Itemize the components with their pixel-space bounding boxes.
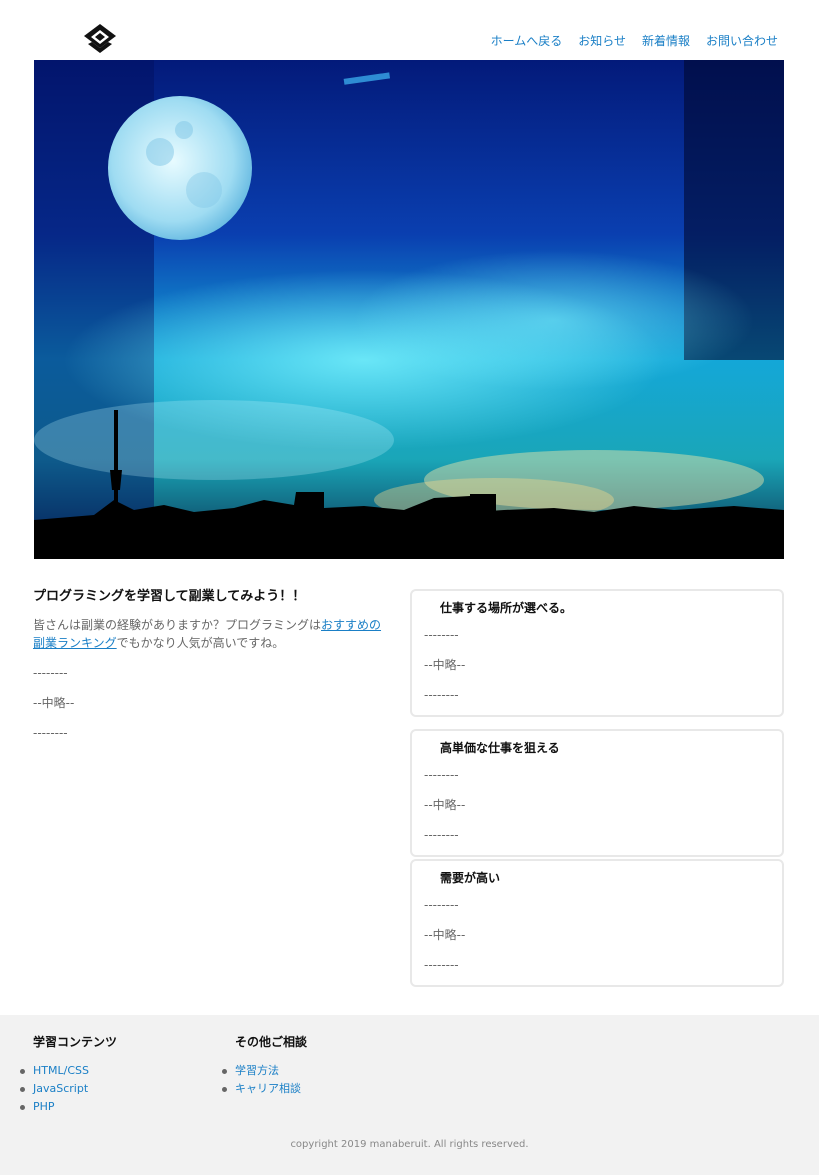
nav-news-link[interactable]: お知らせ [578, 32, 626, 49]
nav-home-link[interactable]: ホームへ戻る [491, 32, 563, 49]
main-nav: ホームへ戻る お知らせ 新着情報 お問い合わせ [491, 32, 778, 49]
footer-learning-contents: 学習コンテンツ HTML/CSS JavaScript PHP [19, 1033, 118, 1116]
footer-list-item: PHP [19, 1098, 117, 1116]
footer-other-consultation: その他ご相談 学習方法 キャリア相談 [221, 1033, 308, 1098]
card-title: 仕事する場所が選べる。 [440, 601, 573, 615]
footer-link-study-method[interactable]: 学習方法 [235, 1064, 279, 1077]
article-title: プログラミングを学習して副業してみよう！！ [33, 589, 306, 604]
intro-text: 皆さんは副業の経験がありますか？プログラミングは [33, 618, 322, 632]
article-line: -------- [33, 666, 68, 680]
card-line: -------- [424, 898, 459, 912]
article-intro: 皆さんは副業の経験がありますか？プログラミングはおすすめの副業ランキングでもかな… [33, 616, 385, 652]
footer-link-career[interactable]: キャリア相談 [235, 1082, 301, 1095]
nav-contact-link[interactable]: お問い合わせ [706, 32, 778, 49]
card-title: 高単価な仕事を狙える [440, 741, 560, 755]
feature-card: 需要が高い -------- --中略-- -------- [410, 859, 784, 987]
feature-card: 高単価な仕事を狙える -------- --中略-- -------- [410, 729, 784, 857]
footer-col-title: その他ご相談 [235, 1035, 308, 1049]
nav-new-info-link[interactable]: 新着情報 [642, 32, 690, 49]
footer-link-html-css[interactable]: HTML/CSS [33, 1064, 89, 1077]
card-line: -------- [424, 828, 459, 842]
footer-list-item: キャリア相談 [221, 1080, 307, 1098]
card-title: 需要が高い [440, 871, 501, 885]
footer-list-item: HTML/CSS [19, 1062, 117, 1080]
main-article: プログラミングを学習して副業してみよう！！ 皆さんは副業の経験がありますか？プロ… [33, 585, 385, 754]
hero-image [34, 60, 784, 559]
card-line: --中略-- [424, 658, 466, 672]
card-line: -------- [424, 768, 459, 782]
article-line: -------- [33, 726, 68, 740]
footer-link-javascript[interactable]: JavaScript [33, 1082, 88, 1095]
intro-text-after: でもかなり人気が高いですね。 [116, 636, 285, 650]
card-line: -------- [424, 958, 459, 972]
family-crest-icon[interactable] [82, 22, 118, 54]
footer-link-php[interactable]: PHP [33, 1100, 55, 1113]
card-line: -------- [424, 628, 459, 642]
footer-col-title: 学習コンテンツ [33, 1035, 118, 1049]
card-line: --中略-- [424, 928, 466, 942]
article-line: --中略-- [33, 696, 75, 710]
feature-card: 仕事する場所が選べる。 -------- --中略-- -------- [410, 589, 784, 717]
site-footer: 学習コンテンツ HTML/CSS JavaScript PHP その他ご相談 学… [0, 1015, 819, 1175]
card-line: -------- [424, 688, 459, 702]
site-header: ホームへ戻る お知らせ 新着情報 お問い合わせ [0, 0, 819, 60]
feature-cards: 仕事する場所が選べる。 -------- --中略-- -------- 高単価… [410, 589, 784, 999]
footer-list-item: JavaScript [19, 1080, 117, 1098]
copyright-text: copyright 2019 manaberuit. All rights re… [290, 1139, 529, 1150]
footer-list-item: 学習方法 [221, 1062, 307, 1080]
card-line: --中略-- [424, 798, 466, 812]
